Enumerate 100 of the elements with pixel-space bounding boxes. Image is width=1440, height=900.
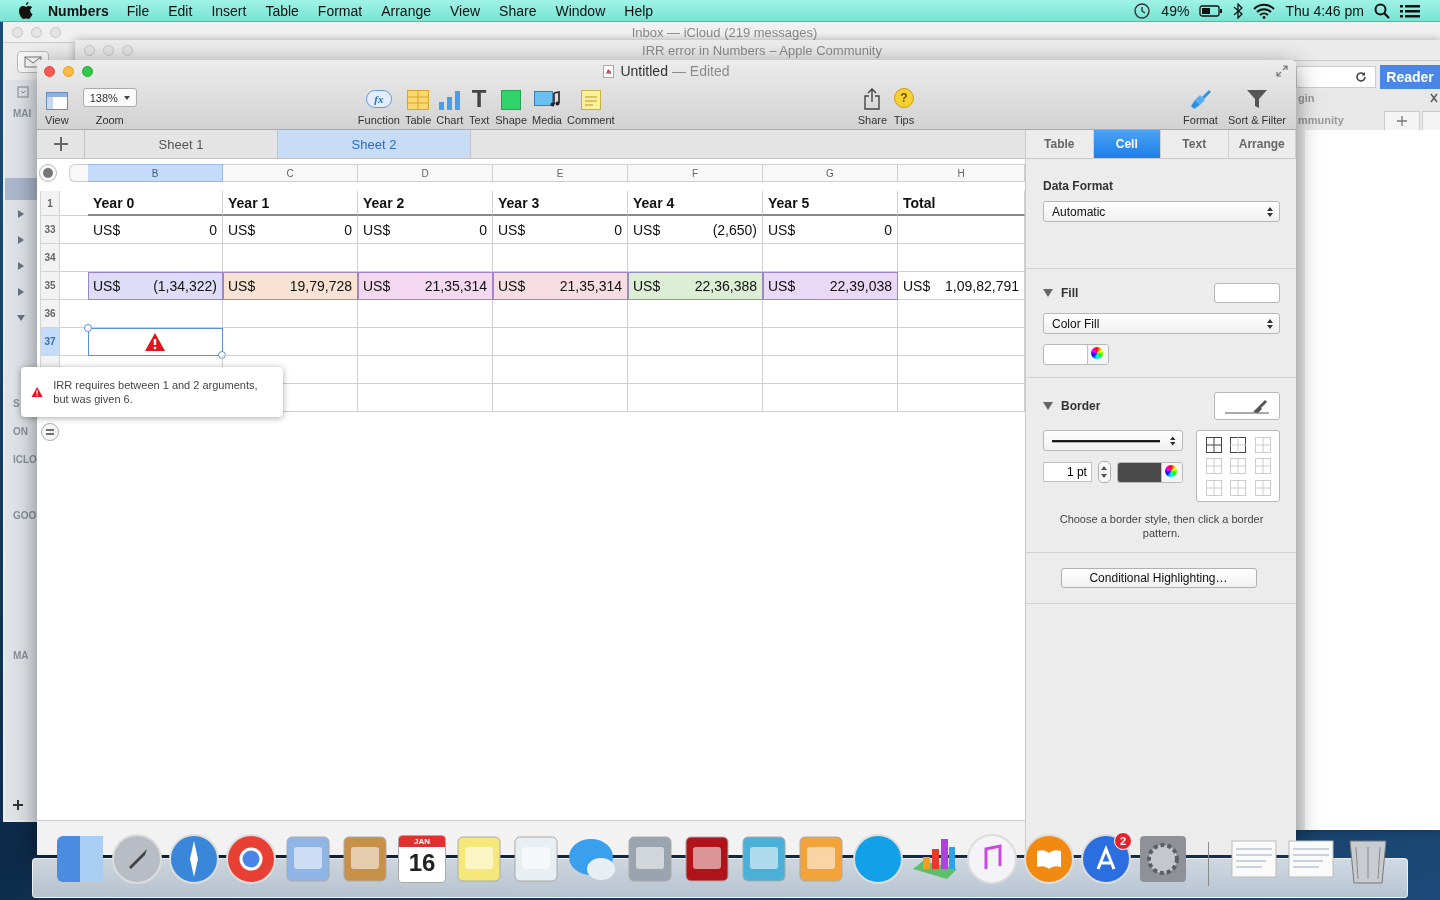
sidebar-heading: MA (13, 650, 29, 661)
fill-section-toggle[interactable]: Fill (1043, 286, 1079, 300)
section-label: Data Format (1043, 179, 1114, 193)
table-cell: Year 2 (358, 191, 493, 216)
sidebar-heading: ON (13, 426, 28, 437)
amount-value: 1,09,82,791 (945, 277, 1019, 294)
menu-item[interactable]: Share (499, 2, 537, 19)
calendar-month: JAN (399, 836, 445, 847)
menu-item[interactable]: Window (555, 2, 606, 19)
help-icon: ? (894, 88, 915, 108)
currency-label: US$ (498, 277, 526, 294)
amount-value: 0 (209, 221, 217, 238)
amount-value: 21,35,314 (559, 277, 622, 294)
currency-label: US$ (93, 221, 121, 238)
row-number[interactable]: 1 (40, 191, 60, 216)
amount-value: (2,650) (712, 221, 757, 238)
table-cell: Year 1 (223, 191, 358, 216)
currency-label: US$ (228, 221, 256, 238)
currency-label: US$ (903, 277, 931, 294)
menu-item[interactable]: Format (317, 2, 363, 19)
row-number[interactable]: 33 (40, 216, 60, 244)
row-number[interactable]: 37 (40, 328, 60, 356)
menu-item[interactable]: View (450, 2, 481, 19)
function-icon: fx (365, 90, 392, 108)
table-cell: Year 5 (763, 191, 898, 216)
page-text: gin (1298, 92, 1315, 104)
toolbar-button[interactable]: Media (532, 84, 562, 126)
fill-type-dropdown[interactable]: Color Fill (1043, 313, 1280, 334)
menu-item[interactable]: File (126, 2, 150, 19)
calendar-icon[interactable]: JAN 16 (398, 835, 446, 883)
window-title: Inbox — iCloud (219 messages) (630, 24, 819, 40)
row-number[interactable]: 34 (40, 244, 60, 272)
window-title: IRR error in Numbers – Apple Community (641, 42, 883, 58)
currency-label: US$ (768, 221, 796, 238)
column-header[interactable]: C (223, 164, 358, 182)
toolbar-button[interactable]: ? Tips (893, 84, 916, 126)
amount-value: 21,35,314 (424, 277, 487, 294)
text-icon: T (471, 88, 487, 110)
menu-item[interactable]: Numbers (48, 2, 109, 19)
currency-label: US$ (633, 277, 661, 294)
sidebar-heading: S (13, 398, 20, 409)
table-cell: Year 4 (628, 191, 763, 216)
page-text: mmunity (1298, 114, 1344, 126)
toolbar-button[interactable]: fx Function (357, 84, 400, 126)
toolbar-button[interactable]: Shape (495, 84, 527, 126)
menu-item[interactable]: Arrange (381, 2, 431, 19)
battery-percentage: 49% (1161, 2, 1190, 19)
menu-item[interactable]: Table (265, 2, 299, 19)
sheet-tab[interactable]: Sheet 2 (278, 130, 471, 158)
reader-button[interactable]: Reader (1380, 65, 1440, 89)
conditional-highlighting-button[interactable]: Conditional Highlighting… (1060, 568, 1257, 588)
sidebar-heading: GOO (13, 510, 37, 521)
toolbar-button[interactable]: 138% Zoom (82, 84, 137, 126)
column-header[interactable]: H (898, 164, 1025, 182)
currency-label: US$ (228, 277, 256, 294)
toolbar-button[interactable]: View (45, 84, 69, 126)
amount-value: 22,39,038 (829, 277, 892, 294)
column-header[interactable]: E (493, 164, 628, 182)
amount-value: 22,36,388 (694, 277, 757, 294)
toolbar-button[interactable]: Chart (436, 84, 464, 126)
toolbar-button[interactable]: Format (1183, 84, 1218, 126)
currency-label: US$ (633, 221, 661, 238)
border-width-field[interactable]: 1 pt (1043, 462, 1092, 482)
column-header[interactable]: G (763, 164, 898, 182)
toolbar-button[interactable]: Comment (567, 84, 615, 126)
currency-label: US$ (768, 277, 796, 294)
sidebar-heading: ICLO (13, 454, 37, 465)
column-header[interactable]: F (628, 164, 763, 182)
row-number[interactable]: 36 (40, 300, 60, 328)
border-hint-text: Choose a border style, then click a border pattern. (1058, 512, 1265, 540)
amount-value: 0 (344, 221, 352, 238)
border-section-toggle[interactable]: Border (1043, 399, 1101, 413)
currency-label: US$ (93, 277, 121, 294)
column-header[interactable]: B (88, 164, 223, 182)
menu-item[interactable]: Insert (211, 2, 247, 19)
toolbar-button[interactable]: Share (857, 84, 888, 126)
table-cell: Total (898, 191, 1025, 216)
amount-value: 0 (479, 221, 487, 238)
toolbar-button[interactable]: Table (405, 84, 432, 126)
menu-item[interactable]: Help (624, 2, 654, 19)
data-format-dropdown[interactable]: Automatic (1043, 201, 1280, 222)
calendar-day: 16 (399, 847, 445, 879)
toolbar-button[interactable]: T Text (468, 84, 491, 126)
window-title: Untitled (620, 63, 668, 79)
zoom-dropdown[interactable]: 138% (82, 88, 137, 107)
sidebar-heading: MAI (13, 108, 32, 119)
edited-status: — Edited (671, 63, 730, 79)
amount-value: 0 (614, 221, 622, 238)
amount-value: (1,34,322) (153, 277, 217, 294)
menu-clock[interactable]: Thu 4:46 pm (1285, 2, 1364, 19)
menu-item[interactable]: Edit (168, 2, 193, 19)
currency-label: US$ (498, 221, 526, 238)
currency-label: US$ (363, 221, 391, 238)
amount-value: 0 (884, 221, 892, 238)
row-number[interactable]: 35 (40, 272, 60, 300)
column-header[interactable]: D (358, 164, 493, 182)
currency-label: US$ (363, 277, 391, 294)
table-cell: Year 0 (88, 191, 223, 216)
amount-value: 19,79,728 (289, 277, 352, 294)
toolbar-button[interactable]: Sort & Filter (1227, 84, 1286, 126)
